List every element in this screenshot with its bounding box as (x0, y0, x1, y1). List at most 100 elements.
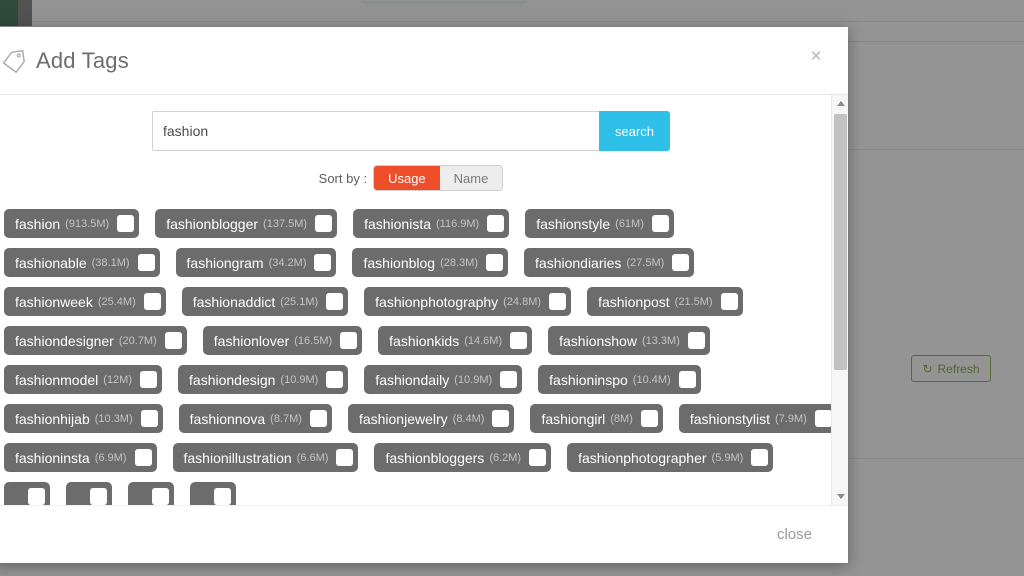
tag-pill[interactable]: fashiondesign (10.9M) (178, 365, 349, 394)
tag-name: fashionnova (189, 410, 266, 427)
modal-body: search Sort by : Usage Name fashion (913.… (0, 95, 848, 505)
tag-name: fashiongram (186, 254, 264, 271)
sort-option-name[interactable]: Name (439, 166, 503, 190)
tag-checkbox[interactable] (134, 449, 152, 466)
tag-name: fashionbloggers (385, 449, 485, 466)
tag-checkbox[interactable] (140, 410, 158, 427)
tag-pill[interactable]: fashionphotography (24.8M) (364, 287, 572, 316)
tag-checkbox[interactable] (751, 449, 769, 466)
tag-checkbox[interactable] (492, 410, 510, 427)
tag-row: fashiondesigner (20.7M) fashionlover (16.5M… (4, 326, 822, 355)
tag-checkbox[interactable] (164, 332, 182, 349)
tag-checkbox[interactable] (814, 410, 832, 427)
tag-checkbox[interactable] (28, 488, 45, 505)
close-button[interactable]: close (777, 526, 812, 543)
tag-pill[interactable]: fashionmodel (12M) (4, 365, 163, 394)
tag-pill[interactable]: fashionista (116.9M) (353, 209, 510, 238)
tag-name: fashionhijab (15, 410, 90, 427)
tag-pill[interactable]: fashionshow (13.3M) (548, 326, 710, 355)
tag-checkbox[interactable] (117, 215, 135, 232)
tag-checkbox[interactable] (510, 332, 528, 349)
tag-pill[interactable]: fashionblogger (137.5M) (155, 209, 338, 238)
tag-pill[interactable]: fashionblog (28.3M) (352, 248, 509, 277)
tag-count: (6.9M) (94, 451, 127, 464)
tag-name: fashionblog (363, 254, 436, 271)
tag-name: fashionable (15, 254, 87, 271)
tag-checkbox[interactable] (651, 215, 669, 232)
tag-checkbox[interactable] (486, 254, 504, 271)
tag-row: fashionweek (25.4M) fashionaddict (25.1M) fa… (4, 287, 822, 316)
tag-count: (16.5M) (294, 334, 333, 347)
tag-pill[interactable]: fashionlover (16.5M) (202, 326, 363, 355)
tag-checkbox[interactable] (640, 410, 658, 427)
sort-toggle-group: Usage Name (373, 165, 504, 191)
tag-checkbox[interactable] (315, 215, 333, 232)
tag-checkbox[interactable] (143, 293, 161, 310)
tag-pill[interactable]: fashionable (38.1M) (4, 248, 160, 277)
tag-row: fashionmodel (12M) fashiondesign (10.9M) fas… (4, 365, 822, 394)
scroll-down-arrow-icon[interactable] (832, 488, 848, 505)
tag-pill[interactable]: fashiongram (34.2M) (175, 248, 337, 277)
close-icon[interactable]: × (806, 47, 826, 67)
tag-row: fashion (913.5M) fashionblogger (137.5M) fas… (4, 209, 822, 238)
tag-checkbox[interactable] (140, 371, 158, 388)
tag-pill[interactable]: fashionstylist (7.9M) (678, 404, 837, 433)
tag-pill[interactable] (66, 482, 112, 505)
tag-pill[interactable]: fashionhijab (10.3M) (4, 404, 163, 433)
tag-pill[interactable]: fashionweek (25.4M) (4, 287, 166, 316)
modal-scrollbar[interactable] (831, 95, 848, 505)
tag-pill[interactable]: fashioninsta (6.9M) (4, 443, 157, 472)
tag-checkbox[interactable] (678, 371, 696, 388)
tag-checkbox[interactable] (326, 371, 344, 388)
tag-count: (116.9M) (436, 217, 480, 230)
tag-name: fashionaddict (192, 293, 276, 310)
tag-checkbox[interactable] (487, 215, 505, 232)
tag-count: (38.1M) (91, 256, 130, 269)
tag-checkbox[interactable] (326, 293, 344, 310)
tag-pill[interactable]: fashiondaily (10.9M) (364, 365, 523, 394)
tag-pill[interactable]: fashionillustration (6.6M) (172, 443, 359, 472)
scroll-up-arrow-icon[interactable] (832, 95, 848, 112)
tag-checkbox[interactable] (549, 293, 567, 310)
tag-checkbox[interactable] (687, 332, 705, 349)
tag-checkbox[interactable] (314, 254, 332, 271)
tag-pill[interactable]: fashionstyle (61M) (525, 209, 674, 238)
tag-pill[interactable]: fashioninspo (10.4M) (538, 365, 701, 394)
tag-pill[interactable] (190, 482, 236, 505)
tag-checkbox[interactable] (137, 254, 155, 271)
tag-pill[interactable]: fashiondiaries (27.5M) (524, 248, 695, 277)
tag-pill[interactable]: fashiondesigner (20.7M) (4, 326, 187, 355)
tag-pill[interactable]: fashionjewelry (8.4M) (347, 404, 515, 433)
tag-count: (27.5M) (626, 256, 665, 269)
tag-count: (7.9M) (775, 412, 807, 425)
scrollbar-thumb[interactable] (834, 114, 847, 370)
tag-pill[interactable]: fashionkids (14.6M) (378, 326, 533, 355)
tag-pill[interactable]: fashionphotographer (5.9M) (567, 443, 774, 472)
tag-checkbox[interactable] (309, 410, 327, 427)
tag-checkbox[interactable] (336, 449, 354, 466)
tag-checkbox[interactable] (500, 371, 518, 388)
tag-pill[interactable] (4, 482, 50, 505)
tag-checkbox[interactable] (90, 488, 107, 505)
tag-name: fashiondesigner (15, 332, 114, 349)
search-button[interactable]: search (599, 111, 670, 151)
tag-pill[interactable] (128, 482, 174, 505)
tag-pill[interactable]: fashionpost (21.5M) (587, 287, 743, 316)
tag-checkbox[interactable] (152, 488, 169, 505)
search-input[interactable] (152, 111, 599, 151)
tag-name: fashionlover (213, 332, 290, 349)
tag-pill[interactable]: fashionnova (8.7M) (178, 404, 332, 433)
tag-pill[interactable]: fashion (913.5M) (4, 209, 140, 238)
tag-checkbox[interactable] (720, 293, 738, 310)
tag-name: fashionkids (389, 332, 460, 349)
tag-checkbox[interactable] (529, 449, 547, 466)
tag-row: fashionhijab (10.3M) fashionnova (8.7M) fash… (4, 404, 837, 433)
tag-pill[interactable]: fashionaddict (25.1M) (181, 287, 349, 316)
tag-pill[interactable]: fashionbloggers (6.2M) (374, 443, 552, 472)
tag-checkbox[interactable] (672, 254, 690, 271)
tag-checkbox[interactable] (214, 488, 231, 505)
tag-pill[interactable]: fashiongirl (8M) (530, 404, 663, 433)
tag-count: (20.7M) (118, 334, 157, 347)
sort-option-usage[interactable]: Usage (374, 166, 440, 190)
tag-checkbox[interactable] (340, 332, 358, 349)
